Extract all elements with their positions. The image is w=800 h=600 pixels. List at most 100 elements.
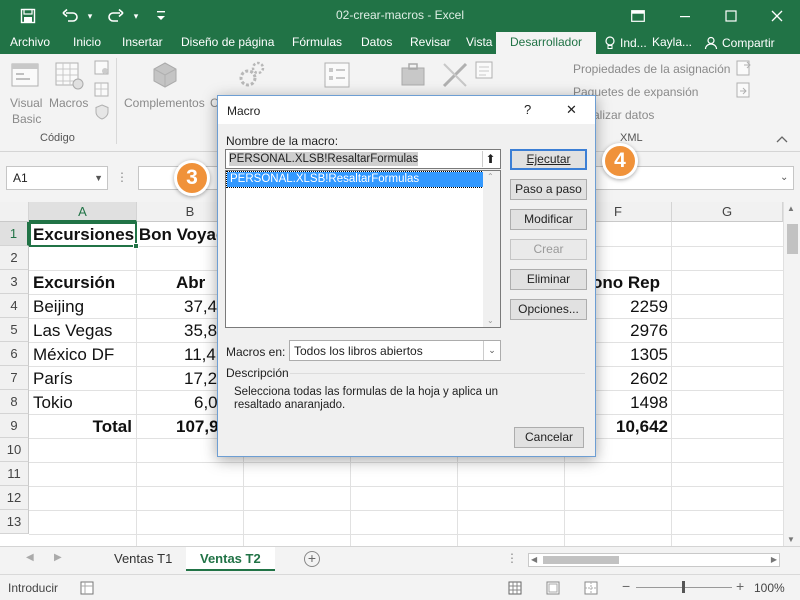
- macro-security-icon[interactable]: [94, 104, 110, 123]
- row-header[interactable]: 5: [0, 318, 29, 342]
- chevron-down-icon[interactable]: ▼: [94, 167, 103, 189]
- normal-view-icon[interactable]: [508, 581, 522, 598]
- zoom-level[interactable]: 100%: [754, 581, 785, 595]
- row-header[interactable]: 9: [0, 414, 29, 438]
- tab-inicio[interactable]: Inicio: [73, 32, 101, 54]
- row-header[interactable]: 8: [0, 390, 29, 414]
- add-ins-icon[interactable]: [150, 60, 180, 93]
- modify-button[interactable]: Modificar: [510, 209, 587, 230]
- share-button[interactable]: Compartir: [704, 32, 775, 54]
- row-header[interactable]: 13: [0, 510, 29, 534]
- cell-a3[interactable]: Excursión: [33, 271, 115, 295]
- refresh-data-label[interactable]: alizar datos: [593, 108, 654, 122]
- scroll-down-icon[interactable]: ▼: [787, 535, 795, 544]
- column-header-a[interactable]: A: [29, 202, 137, 222]
- scroll-thumb[interactable]: [787, 224, 798, 254]
- com-addins-icon[interactable]: [236, 60, 266, 93]
- macros-in-select[interactable]: Todos los libros abiertos ⌄: [289, 340, 501, 361]
- dialog-close-icon[interactable]: ✕: [566, 102, 577, 118]
- close-window-icon[interactable]: [764, 0, 790, 32]
- horizontal-scrollbar[interactable]: ◀ ▶: [528, 553, 780, 567]
- cell-a9[interactable]: Total: [33, 415, 132, 439]
- collapse-dialog-icon[interactable]: ⬆: [482, 151, 498, 167]
- macro-list[interactable]: PERSONAL.XLSB!ResaltarFormulas ⌃ ⌄: [225, 170, 501, 328]
- tab-desarrollador[interactable]: Desarrollador: [496, 32, 597, 54]
- visual-basic-icon[interactable]: [10, 60, 40, 93]
- list-scroll-up-icon[interactable]: ⌃: [487, 172, 494, 181]
- row-header[interactable]: 4: [0, 294, 29, 318]
- row-header[interactable]: 6: [0, 342, 29, 366]
- design-mode-icon[interactable]: [440, 60, 470, 93]
- cell-a7[interactable]: París: [33, 367, 73, 391]
- scroll-up-icon[interactable]: ▲: [787, 204, 795, 213]
- vertical-scrollbar[interactable]: ▲ ▼: [783, 202, 800, 546]
- undo-dropdown-icon[interactable]: ▾: [84, 0, 96, 32]
- next-sheet-icon[interactable]: ▶: [54, 552, 62, 563]
- create-button[interactable]: Crear: [510, 239, 587, 260]
- properties-small-icon[interactable]: [474, 60, 494, 83]
- options-button[interactable]: Opciones...: [510, 299, 587, 320]
- cell-b9[interactable]: 107,9: [176, 415, 219, 439]
- zoom-in-icon[interactable]: +: [736, 578, 744, 594]
- list-scroll-down-icon[interactable]: ⌄: [487, 316, 494, 325]
- cell-b7[interactable]: 17,2: [184, 367, 217, 391]
- customize-qat-icon[interactable]: [152, 0, 170, 32]
- insert-control-icon[interactable]: [322, 60, 352, 93]
- export-icon[interactable]: [736, 82, 752, 101]
- maximize-icon[interactable]: [718, 0, 744, 32]
- cell-a5[interactable]: Las Vegas: [33, 319, 112, 343]
- relative-references-icon[interactable]: [94, 82, 110, 101]
- minimize-icon[interactable]: [672, 0, 698, 32]
- prev-sheet-icon[interactable]: ◀: [26, 552, 34, 563]
- cell-b4[interactable]: 37,4: [184, 295, 217, 319]
- macros-icon[interactable]: [54, 60, 84, 93]
- cell-b8[interactable]: 6,0: [194, 391, 218, 415]
- tab-diseno-pagina[interactable]: Diseño de página: [181, 32, 274, 54]
- redo-dropdown-icon[interactable]: ▾: [130, 0, 142, 32]
- tab-archivo[interactable]: Archivo: [10, 32, 50, 54]
- save-icon[interactable]: [14, 0, 42, 32]
- scroll-left-icon[interactable]: ◀: [531, 555, 537, 564]
- run-button[interactable]: Ejecutar: [510, 149, 587, 170]
- fill-handle[interactable]: [133, 243, 139, 249]
- macro-list-item-selected[interactable]: PERSONAL.XLSB!ResaltarFormulas: [226, 171, 484, 188]
- cell-a8[interactable]: Tokio: [33, 391, 73, 415]
- hscroll-thumb[interactable]: [543, 556, 619, 564]
- record-macro-icon[interactable]: [94, 60, 110, 79]
- chevron-down-icon[interactable]: ⌄: [483, 341, 500, 360]
- page-layout-view-icon[interactable]: [546, 581, 560, 598]
- scroll-right-icon[interactable]: ▶: [771, 555, 777, 564]
- user-name[interactable]: Kayla...: [652, 32, 692, 54]
- row-header[interactable]: 12: [0, 486, 29, 510]
- tell-me-search[interactable]: Ind...: [604, 32, 647, 54]
- tab-insertar[interactable]: Insertar: [122, 32, 163, 54]
- sheet-tab-ventas-t2[interactable]: Ventas T2: [186, 547, 275, 571]
- map-properties-label[interactable]: Propiedades de la asignación: [573, 62, 730, 76]
- cell-b6[interactable]: 11,4: [184, 343, 216, 367]
- cell-b5[interactable]: 35,8: [184, 319, 217, 343]
- row-header[interactable]: 3: [0, 270, 29, 294]
- sheet-tab-ventas-t1[interactable]: Ventas T1: [100, 547, 186, 571]
- row-header[interactable]: 11: [0, 462, 29, 486]
- step-into-button[interactable]: Paso a paso: [510, 179, 587, 200]
- macro-recording-icon[interactable]: [80, 581, 94, 598]
- row-header[interactable]: 7: [0, 366, 29, 390]
- zoom-slider-thumb[interactable]: [682, 581, 685, 593]
- cell-b3[interactable]: Abr: [176, 271, 205, 295]
- macro-list-scrollbar[interactable]: ⌃ ⌄: [483, 171, 500, 327]
- cell-f3[interactable]: ono Rep: [592, 271, 660, 295]
- cancel-button[interactable]: Cancelar: [514, 427, 584, 448]
- ribbon-display-icon[interactable]: [628, 0, 648, 32]
- expand-formula-bar-icon[interactable]: ⌄: [780, 172, 788, 183]
- row-header[interactable]: 10: [0, 438, 29, 462]
- select-all-corner[interactable]: [0, 202, 29, 222]
- help-button[interactable]: ?: [524, 102, 531, 117]
- source-icon[interactable]: [398, 60, 428, 93]
- tab-datos[interactable]: Datos: [361, 32, 392, 54]
- split-handle-icon[interactable]: ⋮: [506, 551, 518, 565]
- cell-a6[interactable]: México DF: [33, 343, 114, 367]
- page-break-view-icon[interactable]: [584, 581, 598, 598]
- undo-icon[interactable]: [58, 0, 82, 32]
- zoom-out-icon[interactable]: −: [622, 578, 630, 594]
- redo-icon[interactable]: [104, 0, 128, 32]
